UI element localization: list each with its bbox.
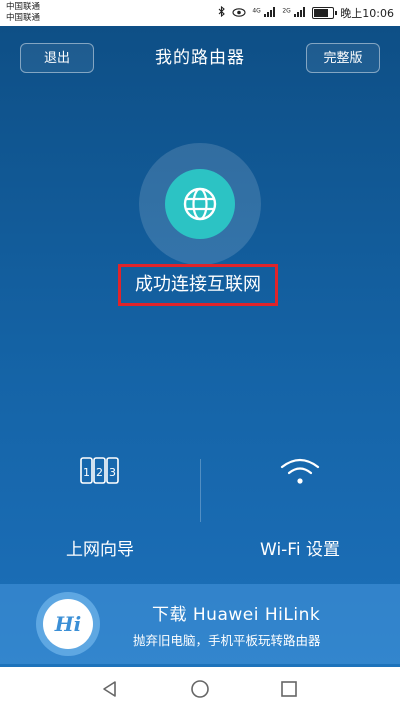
hilink-logo: Hi	[36, 592, 100, 656]
bluetooth-icon	[218, 5, 226, 20]
wifi-settings-label: Wi-Fi 设置	[260, 540, 340, 560]
wifi-icon	[200, 456, 400, 486]
clock: 晚上10:06	[340, 7, 394, 20]
full-version-button[interactable]: 完整版	[306, 43, 380, 73]
setup-wizard-button[interactable]: 1 2 3 上网向导	[0, 451, 200, 571]
carrier-label-2: 中国联通	[6, 13, 41, 23]
connection-indicator	[139, 143, 261, 265]
svg-text:2: 2	[96, 466, 103, 479]
home-circle-icon[interactable]	[188, 677, 212, 701]
globe-icon	[165, 169, 235, 239]
signal-icon-2: 2G	[282, 6, 306, 20]
eye-icon	[232, 7, 246, 20]
back-triangle-icon[interactable]	[98, 677, 122, 701]
hilink-download-banner[interactable]: Hi 下载 Huawei HiLink 抛弃旧电脑，手机平板玩转路由器	[0, 584, 400, 664]
wifi-settings-button[interactable]: Wi-Fi 设置	[200, 451, 400, 571]
banner-title: 下载 Huawei HiLink	[152, 605, 321, 625]
battery-icon	[312, 7, 338, 19]
connection-status-text: 成功连接互联网	[118, 264, 278, 306]
setup-wizard-123-icon: 1 2 3	[0, 456, 200, 486]
network-type-1: 4G	[252, 6, 261, 14]
network-type-2: 2G	[282, 6, 291, 14]
status-bar: 中国联通 中国联通 4G 2G 晚上10:06	[0, 0, 400, 26]
signal-icon-1: 4G	[252, 6, 276, 20]
svg-text:1: 1	[83, 466, 90, 479]
status-icons: 4G 2G 晚上10:06	[218, 5, 394, 21]
router-home-screen: 退出 我的路由器 完整版 成功连接互联网 1 2 3 上网向导 Wi-Fi 设置…	[0, 26, 400, 667]
setup-wizard-label: 上网向导	[66, 540, 134, 560]
svg-text:3: 3	[109, 466, 116, 479]
recent-square-icon[interactable]	[277, 677, 301, 701]
banner-subtitle: 抛弃旧电脑，手机平板玩转路由器	[133, 633, 321, 648]
hilink-logo-text: Hi	[54, 612, 82, 636]
carrier-label-1: 中国联通	[6, 2, 41, 12]
system-nav-bar	[0, 667, 400, 711]
